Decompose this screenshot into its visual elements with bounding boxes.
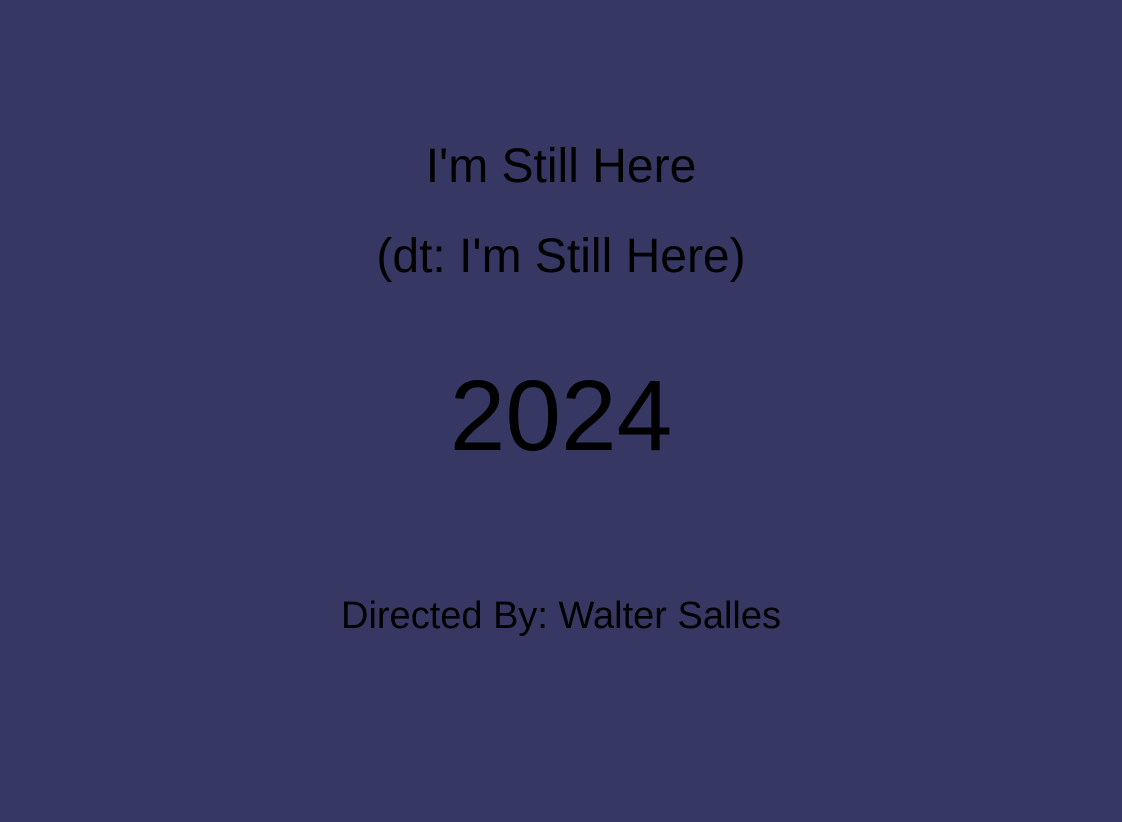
movie-alt-title: (dt: I'm Still Here): [376, 230, 746, 283]
release-year: 2024: [449, 360, 673, 472]
director-credit: Directed By: Walter Salles: [341, 595, 781, 637]
movie-title: I'm Still Here: [425, 140, 697, 193]
movie-title-card: I'm Still Here (dt: I'm Still Here) 2024…: [0, 0, 1122, 822]
